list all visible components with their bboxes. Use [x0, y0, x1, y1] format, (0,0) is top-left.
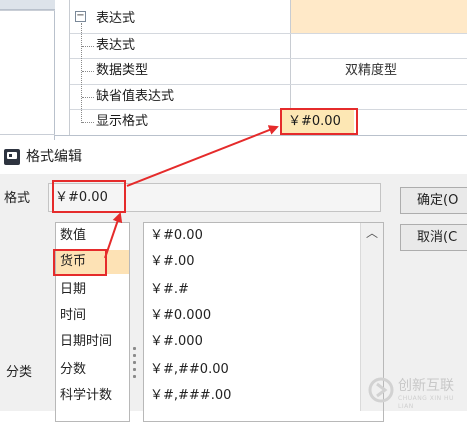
category-item-time[interactable]: 时间	[60, 304, 86, 328]
category-item-scientific[interactable]: 科学计数	[60, 384, 112, 408]
pattern-item[interactable]: ￥#.#	[150, 278, 189, 302]
cancel-button[interactable]: 取消(C	[400, 224, 467, 251]
property-row-default-expression[interactable]: 缺省值表达式	[96, 84, 174, 109]
watermark-subtext: CHUANG XIN HU LIAN	[398, 395, 454, 410]
tree-line	[82, 71, 94, 72]
category-item-fraction[interactable]: 分数	[60, 358, 86, 382]
dialog-app-icon	[4, 149, 20, 165]
category-label: 分类	[6, 365, 33, 380]
category-item-number[interactable]: 数值	[60, 224, 86, 248]
property-grid-bottom-border	[55, 135, 467, 136]
property-left-list	[0, 10, 55, 135]
tree-line	[81, 23, 82, 123]
annotation-box-currency	[53, 249, 107, 276]
pattern-item[interactable]: ￥#0.000	[150, 304, 211, 328]
pattern-item[interactable]: ￥#.000	[150, 330, 203, 354]
property-header-value-cell	[290, 0, 467, 33]
pattern-item[interactable]: ￥#.00	[150, 250, 195, 274]
annotation-box-format-input	[52, 180, 126, 213]
pattern-item[interactable]: ￥#,##0.00	[150, 358, 229, 382]
property-row-display-format[interactable]: 显示格式	[96, 109, 148, 134]
property-row-expression[interactable]: 表达式	[96, 33, 135, 58]
collapse-minus-icon[interactable]: −	[75, 11, 86, 22]
property-value-data-type[interactable]: 双精度型	[345, 58, 397, 83]
format-label: 格式	[4, 191, 31, 206]
scroll-up-chevron-icon[interactable]: ︿	[361, 223, 383, 243]
dialog-title: 格式编辑	[26, 149, 82, 165]
category-item-date[interactable]: 日期	[60, 278, 86, 302]
pattern-item[interactable]: ￥#0.00	[150, 224, 203, 248]
annotation-box-display-format	[280, 108, 358, 135]
pattern-item[interactable]: ￥#,###.00	[150, 384, 231, 408]
watermark-text: 创新互联	[398, 378, 454, 394]
property-row-data-type[interactable]: 数据类型	[96, 58, 148, 83]
property-column-divider	[69, 0, 70, 135]
category-item-datetime[interactable]: 日期时间	[60, 330, 112, 354]
property-left-header	[0, 0, 55, 10]
tree-line	[82, 122, 94, 123]
property-row-expression-group[interactable]: 表达式	[96, 6, 135, 31]
splitter-grip-icon[interactable]	[133, 347, 137, 383]
tree-line	[82, 46, 94, 47]
tree-line	[82, 97, 94, 98]
ok-button[interactable]: 确定(O	[400, 187, 467, 214]
